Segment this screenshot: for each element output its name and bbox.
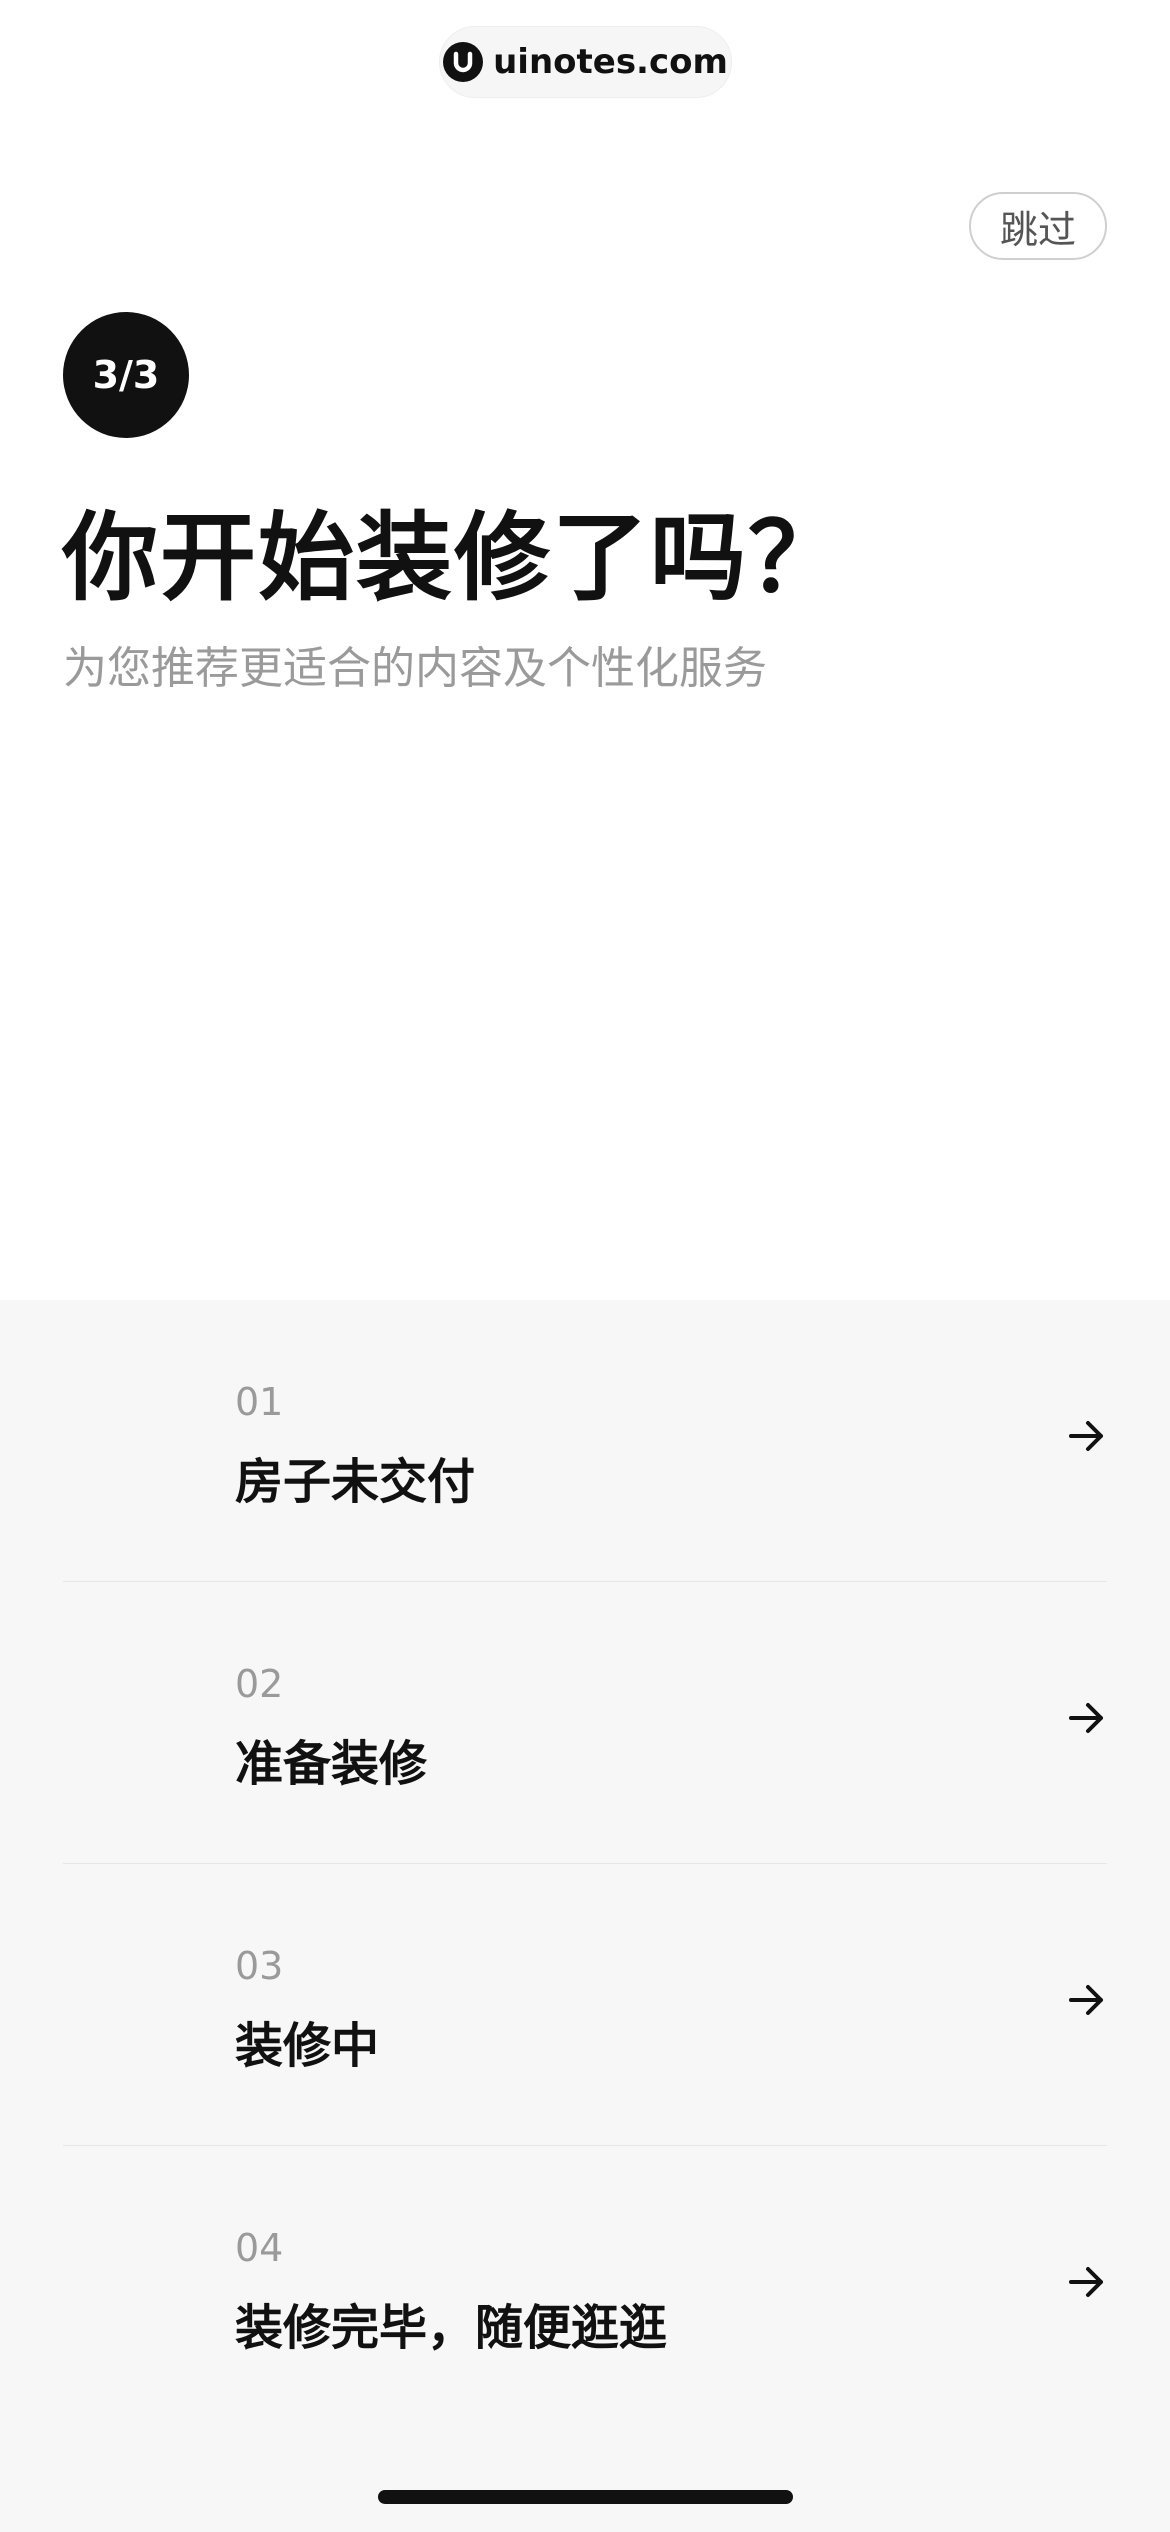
option-number: 02 [235, 1662, 284, 1706]
watermark-text: uinotes.com [493, 42, 728, 82]
arrow-right-icon [1069, 1421, 1103, 1451]
page-title: 你开始装修了吗？ [62, 502, 846, 614]
option-finished-browse[interactable]: 04 装修完毕，随便逛逛 [63, 2146, 1107, 2428]
skip-button[interactable]: 跳过 [969, 192, 1107, 260]
option-number: 03 [235, 1944, 284, 1988]
home-indicator[interactable] [378, 2490, 793, 2504]
watermark-pill: uinotes.com [439, 26, 732, 98]
arrow-right-icon [1069, 1703, 1103, 1733]
option-not-delivered[interactable]: 01 房子未交付 [63, 1300, 1107, 1582]
page-subtitle: 为您推荐更适合的内容及个性化服务 [63, 643, 767, 694]
option-label: 房子未交付 [235, 1454, 476, 1510]
option-number: 04 [235, 2226, 284, 2270]
decoration-status-options: 01 房子未交付 02 准备装修 03 装修中 04 装修完毕，随便逛逛 [0, 1300, 1170, 2532]
option-number: 01 [235, 1380, 284, 1424]
step-indicator-badge: 3/3 [63, 312, 189, 438]
option-label: 装修完毕，随便逛逛 [235, 2300, 668, 2356]
arrow-right-icon [1069, 2267, 1103, 2297]
option-in-progress[interactable]: 03 装修中 [63, 1864, 1107, 2146]
uinotes-logo-icon [443, 42, 484, 82]
arrow-right-icon [1069, 1985, 1103, 2015]
option-label: 装修中 [235, 2018, 380, 2074]
onboarding-screen: uinotes.com 跳过 3/3 你开始装修了吗？ 为您推荐更适合的内容及个… [0, 0, 1170, 2532]
option-label: 准备装修 [235, 1736, 428, 1792]
option-preparing[interactable]: 02 准备装修 [63, 1582, 1107, 1864]
